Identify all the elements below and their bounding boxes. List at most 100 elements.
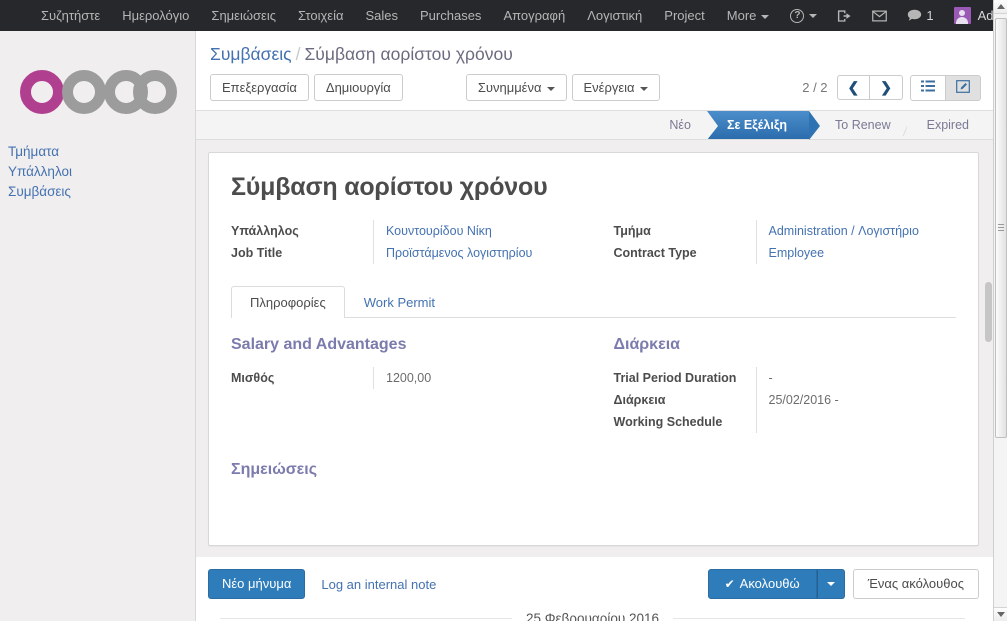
chevron-right-icon: ❯ bbox=[880, 79, 892, 95]
field-label: Trial Period Duration bbox=[613, 371, 737, 385]
control-panel-right: 2 / 2 ❮ ❯ bbox=[802, 74, 981, 101]
information-columns: Salary and Advantages Μισθός 1200,00 Διά… bbox=[231, 336, 956, 433]
followers-label: Ένας ακόλουθος bbox=[867, 576, 964, 591]
field-value-wage: 1200,00 bbox=[386, 371, 432, 385]
scrollbar-up-button[interactable] bbox=[994, 0, 1007, 14]
field-divider bbox=[755, 389, 757, 411]
menu-item-sales[interactable]: Sales bbox=[354, 0, 409, 31]
pager-next-button[interactable]: ❯ bbox=[869, 75, 903, 100]
field-department: Τμήμα Administration / Λογιστήριο bbox=[614, 220, 957, 242]
form-column-left: Υπάλληλος Κουντουρίδου Νίκη Job Title Πρ… bbox=[231, 220, 594, 264]
tab-information[interactable]: Πληροφορίες bbox=[231, 286, 345, 318]
breadcrumb-separator: / bbox=[295, 44, 301, 64]
form-columns: Υπάλληλος Κουντουρίδου Νίκη Job Title Πρ… bbox=[231, 220, 956, 264]
tab-work-permit[interactable]: Work Permit bbox=[345, 286, 454, 318]
menu-item-calendar[interactable]: Ημερολόγιο bbox=[111, 0, 200, 31]
sidebar-item-departments[interactable]: Τμήματα bbox=[4, 142, 195, 162]
stage-to-renew[interactable]: To Renew bbox=[809, 111, 912, 139]
pager-nav-group: ❮ ❯ bbox=[836, 75, 903, 100]
breadcrumb-item-contracts[interactable]: Συμβάσεις bbox=[210, 44, 292, 64]
logout-button[interactable] bbox=[827, 9, 862, 23]
chevron-down-icon bbox=[826, 582, 835, 587]
menu-item-purchases[interactable]: Purchases bbox=[409, 0, 492, 31]
field-divider bbox=[755, 242, 757, 264]
chevron-down-icon bbox=[546, 86, 555, 91]
chatter-follow-controls: ✔ Ακολουθώ Ένας ακόλουθος bbox=[707, 569, 979, 599]
notebook-page-information: Salary and Advantages Μισθός 1200,00 Διά… bbox=[231, 318, 956, 479]
field-value-department[interactable]: Administration / Λογιστήριο bbox=[769, 220, 919, 242]
divider-line-right bbox=[673, 618, 965, 619]
messages-button[interactable]: 1 bbox=[897, 0, 943, 31]
field-value-contract-type[interactable]: Employee bbox=[769, 242, 825, 264]
stage-expired[interactable]: Expired bbox=[906, 111, 985, 139]
sheet-scrollbar-thumb[interactable] bbox=[985, 282, 992, 342]
sidebar-item-contracts[interactable]: Συμβάσεις bbox=[4, 182, 195, 202]
stage-label: Σε Εξέλιξη bbox=[726, 118, 788, 132]
field-label: Working Schedule bbox=[613, 415, 723, 429]
stage-label: To Renew bbox=[835, 118, 891, 132]
field-label: Υπάλληλος bbox=[231, 224, 299, 238]
help-menu-button[interactable]: ? bbox=[780, 8, 827, 23]
attachments-label: Συνημμένα bbox=[477, 80, 542, 95]
follow-dropdown-button[interactable] bbox=[816, 569, 845, 599]
chatter-date-label: 25 Φεβρουαρίου 2016 bbox=[525, 611, 660, 621]
chatter-toolbar: Νέο μήνυμα Log an internal note ✔ Ακολουθ… bbox=[208, 569, 979, 599]
notebook-tabs: Πληροφορίες Work Permit bbox=[231, 286, 956, 318]
scrollbar-thumb[interactable] bbox=[995, 18, 1007, 438]
chevron-left-icon: ❮ bbox=[847, 79, 860, 95]
logo-letter-d-ring bbox=[61, 70, 106, 114]
field-wage: Μισθός 1200,00 bbox=[231, 367, 594, 389]
mail-inbox-button[interactable] bbox=[862, 10, 897, 22]
salary-group: Salary and Advantages Μισθός 1200,00 bbox=[231, 336, 594, 433]
new-message-button[interactable]: Νέο μήνυμα bbox=[208, 569, 306, 599]
comment-icon bbox=[908, 9, 922, 21]
log-internal-note-button[interactable]: Log an internal note bbox=[321, 577, 436, 592]
avatar bbox=[953, 7, 971, 24]
menu-item-accounting[interactable]: Λογιστική bbox=[576, 0, 653, 31]
field-trial-period: Trial Period Duration - bbox=[614, 367, 957, 389]
form-view-button[interactable] bbox=[945, 74, 981, 101]
check-icon: ✔ bbox=[724, 577, 735, 591]
sheet-background: Σύμβαση αορίστου χρόνου Υπάλληλος Κουντο… bbox=[196, 140, 993, 557]
field-divider bbox=[755, 220, 757, 242]
notebook: Πληροφορίες Work Permit Salary and Advan… bbox=[231, 286, 956, 479]
list-view-button[interactable] bbox=[910, 74, 946, 101]
menu-item-contacts[interactable]: Στοιχεία bbox=[287, 0, 355, 31]
scrollbar-grip-icon bbox=[998, 224, 1004, 232]
field-label: Contract Type bbox=[613, 246, 697, 260]
list-view-icon bbox=[921, 80, 935, 92]
scrollbar-down-button[interactable] bbox=[994, 607, 1007, 621]
follow-button[interactable]: ✔ Ακολουθώ bbox=[707, 569, 817, 599]
menu-item-discuss[interactable]: Συζητήστε bbox=[30, 0, 111, 31]
menu-item-project[interactable]: Project bbox=[653, 0, 715, 31]
menu-item-inventory[interactable]: Απογραφή bbox=[492, 0, 576, 31]
control-panel-middle-buttons: Συνημμένα Ενέργεια bbox=[465, 74, 660, 101]
sidebar-item-employees[interactable]: Υπάλληλοι bbox=[4, 162, 195, 182]
followers-count-button[interactable]: Ένας ακόλουθος bbox=[852, 569, 979, 599]
create-button[interactable]: Δημιουργία bbox=[313, 74, 403, 101]
stage-new[interactable]: Νέο bbox=[649, 111, 707, 139]
sheet-scrollbar[interactable] bbox=[984, 140, 993, 557]
action-dropdown-button[interactable]: Ενέργεια bbox=[571, 74, 660, 101]
sign-out-icon bbox=[838, 9, 851, 22]
attachments-dropdown-button[interactable]: Συνημμένα bbox=[465, 74, 567, 101]
browser-scrollbar[interactable] bbox=[993, 0, 1007, 621]
field-value-job-title[interactable]: Προϊστάμενος λογιστηρίου bbox=[386, 242, 532, 264]
triangle-up-icon bbox=[997, 4, 1005, 9]
record-title: Σύμβαση αορίστου χρόνου bbox=[231, 173, 548, 201]
salary-group-title: Salary and Advantages bbox=[231, 336, 407, 353]
navbar-right-tools: ? 1 bbox=[780, 0, 1007, 31]
form-sheet: Σύμβαση αορίστου χρόνου Υπάλληλος Κουντο… bbox=[208, 152, 979, 546]
field-value-employee[interactable]: Κουντουρίδου Νίκη bbox=[386, 220, 492, 242]
field-label: Μισθός bbox=[231, 371, 275, 385]
chevron-down-icon bbox=[639, 86, 648, 91]
edit-button[interactable]: Επεξεργασία bbox=[210, 74, 309, 101]
odoo-logo[interactable] bbox=[18, 54, 178, 114]
field-label: Διάρκεια bbox=[613, 393, 666, 407]
pager-previous-button[interactable]: ❮ bbox=[836, 75, 871, 100]
stage-running[interactable]: Σε Εξέλιξη bbox=[706, 111, 821, 140]
field-value-duration: 25/02/2016 - bbox=[768, 393, 839, 407]
menu-item-more[interactable]: More bbox=[716, 0, 781, 31]
menu-item-notes[interactable]: Σημειώσεις bbox=[200, 0, 287, 31]
left-sidebar: Τμήματα Υπάλληλοι Συμβάσεις Powered by O… bbox=[0, 31, 196, 621]
